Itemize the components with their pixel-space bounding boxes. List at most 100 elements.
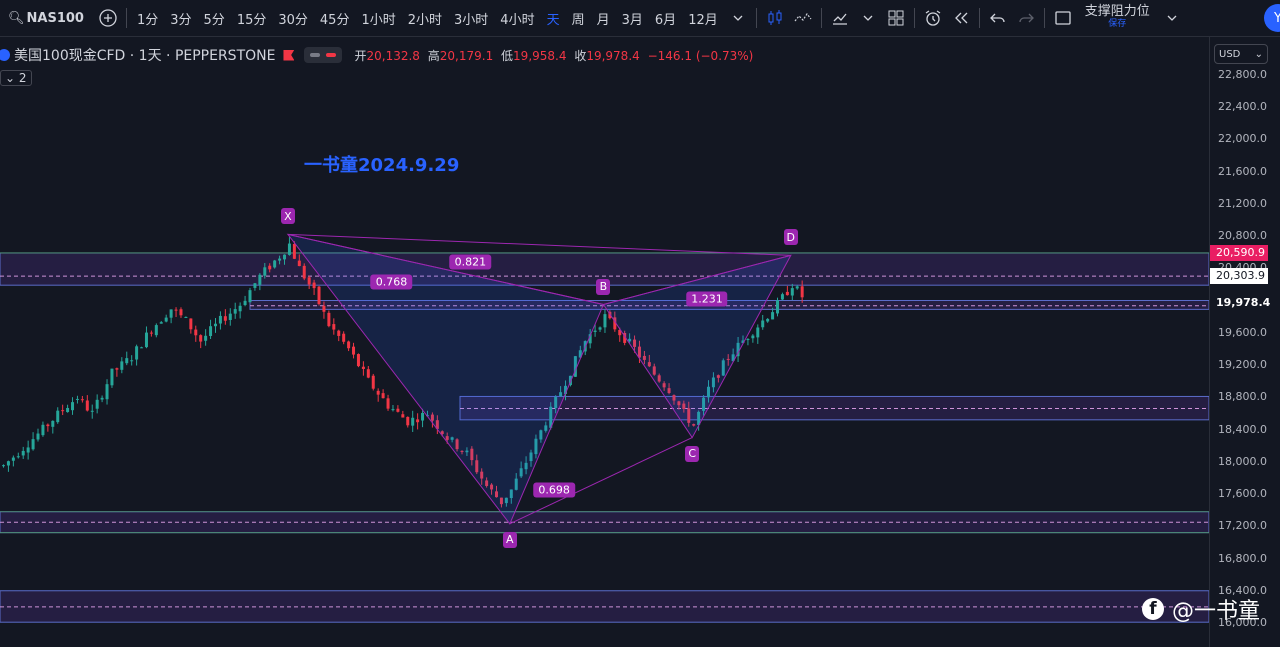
candle-body: [780, 294, 784, 300]
interval-button[interactable]: 3月: [616, 4, 649, 32]
interval-button[interactable]: 6月: [649, 4, 682, 32]
flag-icon[interactable]: [283, 49, 295, 61]
interval-button[interactable]: 1小时: [355, 4, 401, 32]
close-label: 收: [574, 48, 587, 63]
pattern-point-b[interactable]: B: [596, 278, 611, 295]
candle-body: [317, 286, 321, 305]
ratio-label[interactable]: 0.768: [370, 274, 413, 290]
undo-button[interactable]: [984, 4, 1012, 32]
undo-icon: [989, 13, 1005, 23]
candle-body: [416, 419, 420, 423]
price-tag: 20,303.9: [1210, 267, 1268, 284]
plus-circle-icon: [99, 9, 117, 27]
candle-body: [209, 326, 213, 336]
template-name: 支撑阻力位: [1084, 4, 1150, 19]
price-tick: 22,800.0: [1218, 67, 1267, 81]
change-value: −146.1 (−0.73%): [647, 48, 754, 63]
pattern-point-c[interactable]: C: [685, 445, 700, 462]
ratio-label[interactable]: 0.821: [449, 254, 492, 270]
interval-button[interactable]: 2小时: [402, 4, 448, 32]
interval-button[interactable]: 天: [541, 4, 566, 32]
interval-dropdown[interactable]: [724, 4, 752, 32]
candle-body: [130, 360, 134, 362]
candle-body: [342, 333, 346, 342]
interval-button[interactable]: 12月: [682, 4, 724, 32]
price-tick: 19,600.0: [1218, 325, 1267, 339]
redo-button[interactable]: [1012, 4, 1040, 32]
fullscreen-button[interactable]: [1049, 4, 1077, 32]
symbol-title[interactable]: 美国100现金CFD · 1天 · PEPPERSTONE: [14, 45, 275, 65]
candle-body: [263, 267, 267, 276]
candle-body: [253, 283, 257, 288]
candles-style-button[interactable]: [761, 4, 789, 32]
layout-template[interactable]: 支撑阻力位 保存: [1077, 5, 1158, 31]
candle-body: [332, 324, 336, 330]
candle-body: [46, 424, 50, 427]
candle-body: [356, 354, 360, 367]
interval-button[interactable]: 1分: [131, 4, 164, 32]
candle-body: [337, 330, 341, 336]
candle-body: [2, 465, 5, 467]
search-icon: 🔍︎: [8, 10, 25, 26]
candle-body: [85, 400, 89, 411]
candle-body: [761, 320, 765, 328]
interval-button[interactable]: 3分: [164, 4, 197, 32]
candle-body: [194, 329, 198, 336]
alarm-clock-icon: [925, 10, 941, 26]
price-tag: 19,978.4: [1210, 294, 1270, 311]
candle-body: [125, 358, 129, 364]
alert-button[interactable]: [919, 4, 947, 32]
candle-body: [204, 335, 208, 341]
candle-body: [179, 309, 183, 316]
symbol-search[interactable]: 🔍︎ NAS100: [0, 11, 94, 26]
candle-body: [36, 433, 40, 440]
pattern-point-x[interactable]: X: [280, 208, 295, 225]
candle-body: [140, 347, 144, 349]
chart-type-dropdown[interactable]: [854, 4, 882, 32]
replay-button[interactable]: [947, 4, 975, 32]
candle-body: [756, 327, 760, 338]
indicator-legend[interactable]: ⌄ 2: [0, 70, 32, 86]
divider: [913, 8, 915, 28]
currency-selector[interactable]: USD ⌄: [1214, 44, 1268, 64]
author-credit: f @一书童: [1142, 593, 1260, 625]
price-chart[interactable]: [0, 37, 1209, 647]
candle-body: [381, 393, 385, 399]
candle-body: [790, 288, 794, 296]
candle-body: [51, 420, 55, 427]
add-symbol-button[interactable]: [94, 4, 122, 32]
collapse-chevron-icon[interactable]: ⌄ 2: [0, 70, 32, 86]
currency-label: USD: [1219, 48, 1241, 60]
candle-body: [278, 258, 282, 261]
interval-button[interactable]: 3小时: [448, 4, 494, 32]
layout-button[interactable]: [882, 4, 910, 32]
interval-button[interactable]: 5分: [198, 4, 231, 32]
price-tick: 17,200.0: [1218, 519, 1267, 533]
ratio-label[interactable]: 1.231: [686, 291, 728, 307]
interval-button[interactable]: 周: [566, 4, 591, 32]
chart-type-button[interactable]: [826, 4, 854, 32]
data-status-pill[interactable]: [304, 47, 343, 63]
interval-button[interactable]: 4小时: [494, 4, 540, 32]
interval-button[interactable]: 月: [591, 4, 616, 32]
candle-body: [598, 327, 602, 330]
candle-body: [174, 309, 178, 311]
divider: [125, 8, 127, 28]
pattern-point-d[interactable]: D: [783, 229, 798, 246]
indicator-icon: [794, 12, 812, 22]
ratio-label[interactable]: 0.698: [533, 482, 575, 498]
price-axis[interactable]: USD ⌄ 22,800.0 22,400.0 22,000.0 21,600.0 21,…: [1209, 37, 1280, 647]
chevron-down-icon: ⌄: [1254, 48, 1263, 60]
interval-button[interactable]: 30分: [272, 4, 314, 32]
interval-button[interactable]: 15分: [231, 4, 273, 32]
candle-body: [302, 265, 306, 279]
candle-body: [66, 407, 70, 413]
candle-body: [771, 312, 775, 320]
square-icon: [1055, 11, 1071, 25]
candle-body: [386, 398, 390, 409]
indicators-button[interactable]: [789, 4, 817, 32]
interval-button[interactable]: 45分: [314, 4, 356, 32]
pattern-point-a[interactable]: A: [502, 531, 517, 548]
grid-icon: [888, 10, 904, 26]
template-dropdown[interactable]: [1158, 4, 1186, 32]
